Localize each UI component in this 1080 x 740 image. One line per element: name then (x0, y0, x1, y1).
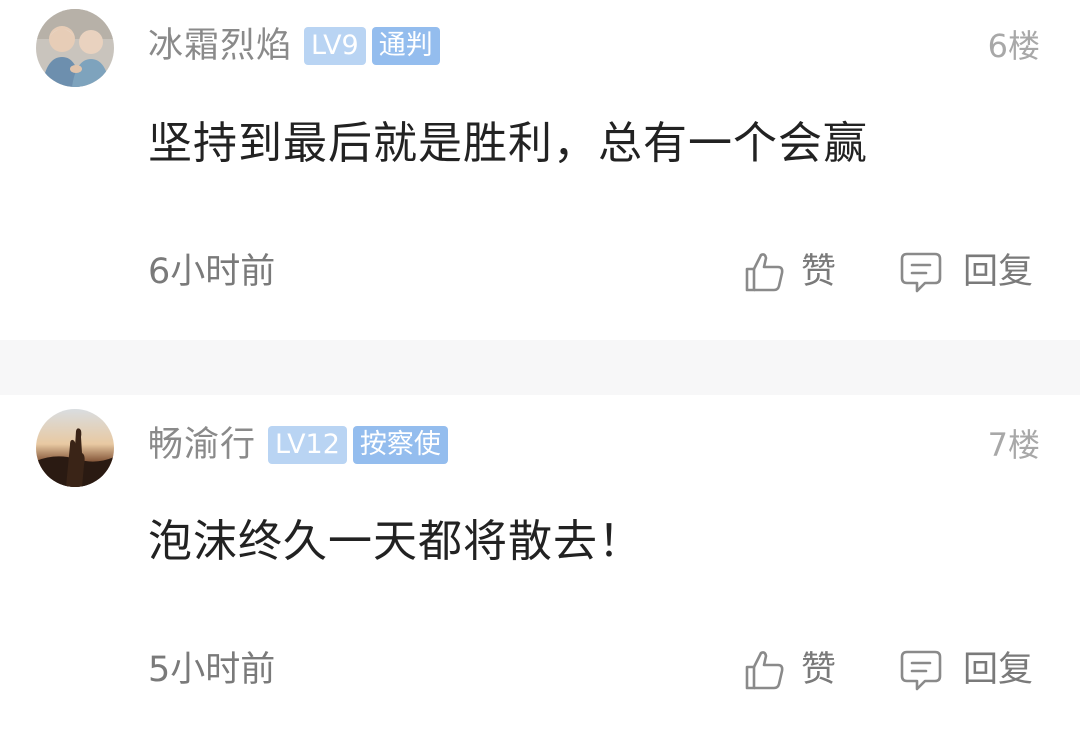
floor-number: 6楼 (987, 27, 1040, 65)
level-badge: LV12 (268, 426, 347, 464)
like-button[interactable]: 赞 (743, 645, 836, 695)
floor-number: 7楼 (987, 426, 1040, 464)
comment-item: 畅渝行 LV12 按察使 7楼 泡沫终久一天都将散去！ 5小时前 赞 回复 (0, 395, 1080, 740)
avatar[interactable] (36, 409, 114, 487)
username[interactable]: 冰霜烈焰 (148, 24, 292, 68)
thumbs-up-icon (743, 648, 787, 692)
title-badge: 通判 (371, 27, 440, 65)
comment-bubble-icon (899, 648, 943, 692)
reply-button[interactable]: 回复 (899, 247, 1033, 297)
comment-header: 冰霜烈焰 LV9 通判 (148, 24, 446, 68)
reply-button[interactable]: 回复 (899, 645, 1033, 695)
like-label: 赞 (801, 650, 837, 690)
comment-time: 5小时前 (148, 650, 276, 690)
comment-time: 6小时前 (148, 252, 276, 292)
title-badge: 按察使 (352, 426, 448, 464)
comment-content: 泡沫终久一天都将散去！ (148, 516, 643, 567)
comment-bubble-icon (899, 250, 943, 294)
thumbs-up-icon (743, 250, 787, 294)
comment-header: 畅渝行 LV12 按察使 (148, 423, 454, 467)
avatar[interactable] (36, 9, 114, 87)
level-badge: LV9 (304, 27, 366, 65)
reply-label: 回复 (963, 650, 1034, 690)
reply-label: 回复 (963, 252, 1034, 292)
like-label: 赞 (801, 252, 837, 292)
elderly-couple-photo-icon (36, 9, 114, 87)
comment-divider (0, 340, 1080, 395)
sunset-hand-photo-icon (36, 409, 114, 487)
like-button[interactable]: 赞 (743, 247, 836, 297)
comment-item: 冰霜烈焰 LV9 通判 6楼 坚持到最后就是胜利，总有一个会赢 6小时前 赞 回… (0, 0, 1080, 340)
comment-content: 坚持到最后就是胜利，总有一个会赢 (148, 118, 868, 169)
username[interactable]: 畅渝行 (148, 423, 256, 467)
